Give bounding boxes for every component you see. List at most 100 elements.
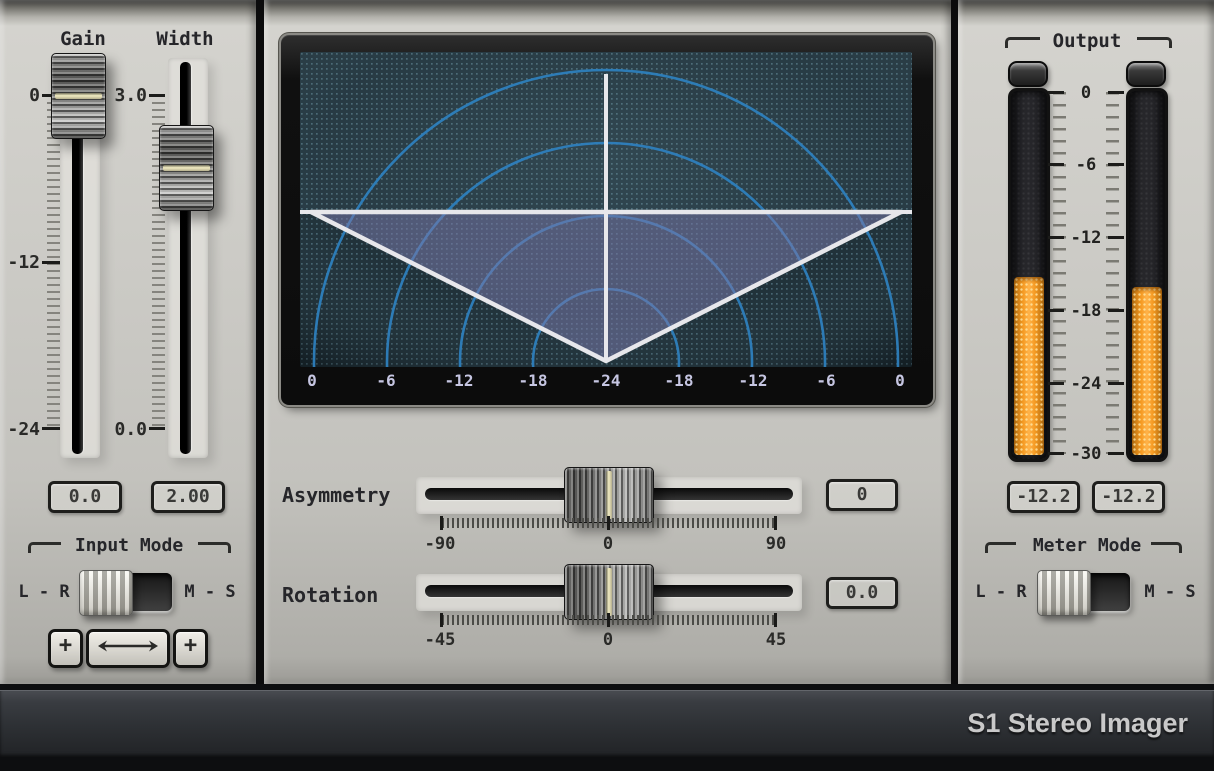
gain-scale-0: 0 (6, 85, 40, 106)
gain-scale-24: -24 (6, 419, 40, 440)
range-button[interactable] (86, 629, 170, 668)
meter-major-dash (1108, 452, 1124, 455)
db-scale-label: -12 (723, 371, 783, 390)
width-fader-handle[interactable] (159, 125, 214, 211)
output-meter-right-fill (1132, 287, 1162, 455)
meter-major-dash (1048, 163, 1064, 166)
rotation-tick-label-max: 45 (741, 630, 811, 650)
input-mode-right-option[interactable]: M - S (180, 582, 240, 602)
width-fader-indicator-line (163, 165, 210, 171)
db-scale-label: -6 (796, 371, 856, 390)
left-meter-cap (1008, 61, 1048, 87)
db-scale-label: -12 (429, 371, 489, 390)
double-arrow-icon (97, 639, 159, 653)
left-meter-value-box[interactable]: -12.2 (1007, 481, 1080, 513)
input-mode-label: Input Mode (63, 535, 195, 556)
db-scale-label: -18 (503, 371, 563, 390)
input-mode-left-option[interactable]: L - R (14, 582, 74, 602)
asymmetry-tick-label-min: -90 (405, 534, 475, 554)
db-scale-label: -24 (576, 371, 636, 390)
right-meter-value-box[interactable]: -12.2 (1092, 481, 1165, 513)
width-major-tick-max (149, 94, 165, 97)
rotation-tick-label-mid: 0 (573, 630, 643, 650)
gain-value-box[interactable]: 0.0 (48, 481, 122, 513)
width-value-box[interactable]: 2.00 (151, 481, 225, 513)
input-mode-toggle-knob[interactable] (79, 570, 133, 616)
meter-mode-bracket-right (1151, 542, 1182, 553)
gain-fader-indicator-line (55, 93, 102, 99)
display-db-scale: 0 -6 -12 -18 -24 -18 -12 -6 0 (300, 371, 912, 397)
s1-stereo-imager-window: Gain Width 0 -12 -24 3.0 0.0 0.0 2.00 In… (0, 0, 1214, 771)
meter-mode-toggle[interactable] (1038, 573, 1130, 611)
output-meter-right (1126, 88, 1168, 462)
gain-major-tick-12 (42, 261, 60, 264)
right-panel: Output 0 -6 -12 -18 -24 -30 -12.2 -12.2 (958, 0, 1214, 684)
meter-tick-column-right (1106, 92, 1119, 454)
nudge-right-button[interactable]: + (173, 629, 208, 668)
meter-major-dash (1048, 452, 1064, 455)
gain-major-tick-24 (42, 427, 60, 430)
nudge-left-button[interactable]: + (48, 629, 83, 668)
stereo-vector-display (300, 52, 912, 367)
rotation-label: Rotation (282, 583, 417, 607)
rotation-handle-indicator-line (606, 568, 612, 616)
asymmetry-tick-label-mid: 0 (573, 534, 643, 554)
meter-mode-toggle-knob[interactable] (1037, 570, 1091, 616)
rotation-tick-label-min: -45 (405, 630, 475, 650)
meter-tick-column-left (1053, 92, 1066, 454)
meter-mode-left-option[interactable]: L - R (971, 582, 1031, 602)
meter-scale-18: -18 (1056, 301, 1116, 321)
rotation-slider-handle[interactable] (564, 564, 654, 620)
plugin-title-bar: S1 Stereo Imager (0, 690, 1214, 757)
meter-major-dash (1108, 309, 1124, 312)
db-scale-label: 0 (870, 371, 930, 390)
stereo-display-frame: 0 -6 -12 -18 -24 -18 -12 -6 0 (281, 35, 933, 405)
meter-scale-30: -30 (1056, 444, 1116, 464)
rotation-value-box[interactable]: 0.0 (826, 577, 898, 609)
input-mode-bracket-left (28, 542, 61, 553)
output-bracket-right (1137, 37, 1172, 48)
asymmetry-slider-handle[interactable] (564, 467, 654, 523)
meter-scale-0: 0 (1056, 83, 1116, 103)
right-meter-cap (1126, 61, 1166, 87)
width-scale-max: 3.0 (104, 85, 147, 106)
gain-label: Gain (38, 28, 128, 50)
meter-mode-label: Meter Mode (1016, 535, 1158, 556)
meter-major-dash (1048, 91, 1064, 94)
db-scale-label: -18 (649, 371, 709, 390)
output-meter-left (1008, 88, 1050, 462)
meter-major-dash (1108, 382, 1124, 385)
rotation-center-tick (607, 613, 610, 627)
meter-mode-bracket-left (985, 542, 1016, 553)
asymmetry-end-tick-left (440, 516, 443, 530)
asymmetry-label: Asymmetry (282, 483, 417, 507)
meter-major-dash (1048, 309, 1064, 312)
left-panel: Gain Width 0 -12 -24 3.0 0.0 0.0 2.00 In… (0, 0, 256, 684)
meter-major-dash (1048, 382, 1064, 385)
meter-major-dash (1108, 91, 1124, 94)
meter-mode-right-option[interactable]: M - S (1140, 582, 1200, 602)
meter-scale-12: -12 (1056, 228, 1116, 248)
width-scale-min: 0.0 (104, 419, 147, 440)
db-scale-label: 0 (282, 371, 342, 390)
meter-scale-6: -6 (1056, 155, 1116, 175)
output-label: Output (1037, 30, 1137, 52)
db-scale-label: -6 (356, 371, 416, 390)
meter-major-dash (1108, 163, 1124, 166)
width-fader-slot[interactable] (180, 62, 191, 454)
gain-fader-handle[interactable] (51, 53, 106, 139)
asymmetry-end-tick-right (774, 516, 777, 530)
asymmetry-handle-indicator-line (606, 471, 612, 519)
gain-scale-12: -12 (6, 252, 40, 273)
input-mode-bracket-right (198, 542, 231, 553)
asymmetry-tick-label-max: 90 (741, 534, 811, 554)
meter-major-dash (1048, 236, 1064, 239)
asymmetry-value-box[interactable]: 0 (826, 479, 898, 511)
output-bracket-left (1005, 37, 1040, 48)
width-label: Width (140, 28, 230, 50)
input-mode-toggle[interactable] (80, 573, 172, 611)
meter-scale-24: -24 (1056, 374, 1116, 394)
asymmetry-center-tick (607, 516, 610, 530)
rotation-end-tick-left (440, 613, 443, 627)
rotation-end-tick-right (774, 613, 777, 627)
